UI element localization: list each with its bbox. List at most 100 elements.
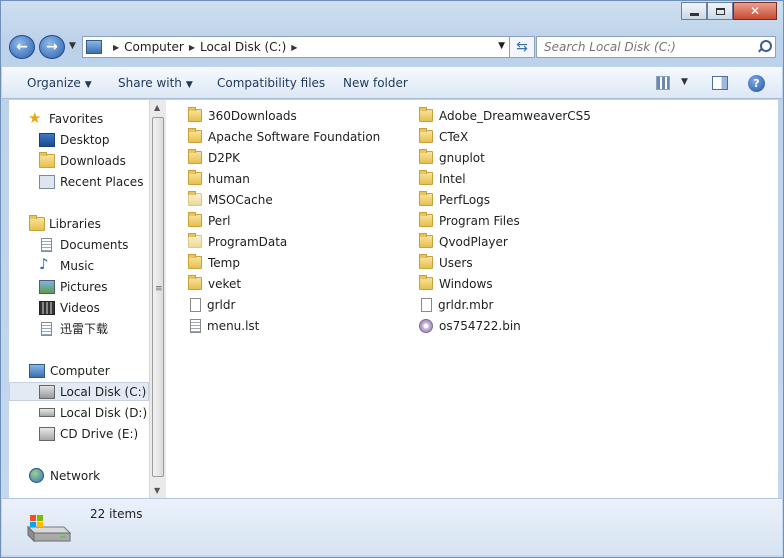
organize-button[interactable]: Organize ▼ bbox=[27, 76, 92, 90]
file-item[interactable]: 360Downloads bbox=[188, 106, 297, 125]
address-dropdown-icon[interactable]: ▼ bbox=[498, 41, 505, 51]
file-item[interactable]: gnuplot bbox=[419, 148, 485, 167]
back-button[interactable]: ← bbox=[9, 35, 35, 59]
sidebar-item-local-disk-d[interactable]: Local Disk (D:) bbox=[9, 403, 149, 422]
file-item[interactable]: Adobe_DreamweaverCS5 bbox=[419, 106, 591, 125]
folder-icon bbox=[419, 191, 433, 206]
search-icon[interactable] bbox=[760, 40, 772, 52]
scrollbar-grip-icon: ≡ bbox=[155, 284, 163, 294]
maximize-button[interactable] bbox=[707, 2, 733, 20]
navigation-pane-scrollbar[interactable]: ▲ ≡ ▼ bbox=[149, 100, 166, 498]
share-with-button[interactable]: Share with ▼ bbox=[118, 76, 193, 90]
close-button[interactable]: ✕ bbox=[733, 2, 777, 20]
address-bar[interactable]: ▶ Computer ▶ Local Disk (C:) ▶ ▼ bbox=[82, 36, 510, 58]
sidebar-item-label: Computer bbox=[50, 363, 110, 378]
sidebar-item-desktop[interactable]: Desktop bbox=[9, 130, 149, 149]
forward-button[interactable]: → bbox=[39, 35, 65, 59]
file-item[interactable]: Perl bbox=[188, 211, 230, 230]
music-icon: ♪ bbox=[39, 255, 49, 273]
computer-icon bbox=[29, 363, 45, 378]
sidebar-item-videos[interactable]: Videos bbox=[9, 298, 149, 317]
file-item[interactable]: human bbox=[188, 169, 250, 188]
file-item[interactable]: Intel bbox=[419, 169, 466, 188]
sidebar-item-recent-places[interactable]: Recent Places bbox=[9, 172, 149, 191]
breadcrumb-separator-icon[interactable]: ▶ bbox=[291, 43, 297, 52]
computer-icon bbox=[86, 40, 102, 54]
sidebar-item-favorites[interactable]: ★ Favorites bbox=[9, 109, 149, 128]
file-item[interactable]: Users bbox=[419, 253, 473, 272]
view-options-dropdown-icon[interactable]: ▼ bbox=[681, 77, 688, 87]
chevron-down-icon: ▼ bbox=[84, 80, 92, 90]
breadcrumb-separator-icon[interactable]: ▶ bbox=[189, 43, 195, 52]
file-name: os754722.bin bbox=[439, 318, 521, 333]
breadcrumb-computer[interactable]: Computer bbox=[124, 40, 184, 54]
file-item[interactable]: D2PK bbox=[188, 148, 240, 167]
scroll-up-icon[interactable]: ▲ bbox=[154, 103, 160, 112]
folder-icon bbox=[419, 149, 433, 164]
file-item[interactable]: Apache Software Foundation bbox=[188, 127, 380, 146]
sidebar-item-computer[interactable]: Computer bbox=[9, 361, 149, 380]
item-count: 22 items bbox=[90, 507, 143, 521]
file-name: grldr.mbr bbox=[438, 297, 494, 312]
preview-pane-icon[interactable] bbox=[712, 76, 728, 90]
sidebar-item-label: Documents bbox=[60, 237, 129, 252]
sidebar-item-pictures[interactable]: Pictures bbox=[9, 277, 149, 296]
new-folder-button[interactable]: New folder bbox=[343, 76, 408, 90]
forward-arrow-icon: → bbox=[46, 39, 58, 55]
sidebar-item-local-disk-c[interactable]: Local Disk (C:) bbox=[9, 382, 149, 401]
file-item[interactable]: menu.lst bbox=[190, 316, 259, 335]
file-icon bbox=[421, 297, 432, 312]
sidebar-item-libraries[interactable]: Libraries bbox=[9, 214, 149, 233]
file-item[interactable]: Temp bbox=[188, 253, 240, 272]
sidebar-item-label: Favorites bbox=[49, 111, 104, 126]
file-name: Temp bbox=[208, 255, 240, 270]
file-name: gnuplot bbox=[439, 150, 485, 165]
file-item[interactable]: PerfLogs bbox=[419, 190, 490, 209]
sidebar-item-label: CD Drive (E:) bbox=[60, 426, 139, 441]
breadcrumb-separator-icon[interactable]: ▶ bbox=[113, 43, 119, 52]
hidden-folder-icon bbox=[188, 233, 202, 248]
sidebar-item-label: Pictures bbox=[60, 279, 108, 294]
star-icon: ★ bbox=[28, 109, 42, 127]
file-item[interactable]: Program Files bbox=[419, 211, 520, 230]
folder-icon bbox=[188, 275, 202, 290]
file-item[interactable]: grldr bbox=[190, 295, 235, 314]
libraries-icon bbox=[29, 214, 45, 231]
sidebar-item-network[interactable]: Network bbox=[9, 466, 149, 485]
videos-icon bbox=[39, 300, 55, 315]
change-view-icon[interactable] bbox=[656, 76, 670, 90]
file-item[interactable]: ProgramData bbox=[188, 232, 287, 251]
disc-image-icon bbox=[419, 318, 433, 333]
file-item[interactable]: Windows bbox=[419, 274, 493, 293]
refresh-icon: ⇆ bbox=[516, 39, 528, 55]
sidebar-item-label: Desktop bbox=[60, 132, 110, 147]
pictures-icon bbox=[39, 279, 55, 294]
network-icon bbox=[29, 468, 44, 483]
file-item[interactable]: CTeX bbox=[419, 127, 468, 146]
file-item[interactable]: QvodPlayer bbox=[419, 232, 508, 251]
sidebar-item-music[interactable]: ♪ Music bbox=[9, 256, 149, 275]
sidebar-item-label: Downloads bbox=[60, 153, 126, 168]
folder-icon bbox=[419, 170, 433, 185]
compatibility-files-button[interactable]: Compatibility files bbox=[217, 76, 325, 90]
search-input[interactable] bbox=[536, 36, 776, 58]
refresh-button[interactable]: ⇆ bbox=[509, 36, 535, 58]
navigation-pane: ★ Favorites Desktop Downloads Recent Pla… bbox=[9, 100, 149, 498]
sidebar-item-cd-drive-e[interactable]: CD Drive (E:) bbox=[9, 424, 149, 443]
scrollbar-thumb[interactable] bbox=[152, 117, 164, 477]
help-icon[interactable]: ? bbox=[748, 75, 765, 92]
file-item[interactable]: os754722.bin bbox=[419, 316, 521, 335]
sidebar-item-xunlei-downloads[interactable]: 迅雷下载 bbox=[9, 319, 149, 338]
file-item[interactable]: MSOCache bbox=[188, 190, 273, 209]
breadcrumb-local-disk-c[interactable]: Local Disk (C:) bbox=[200, 40, 286, 54]
file-icon bbox=[190, 297, 201, 312]
file-item[interactable]: grldr.mbr bbox=[421, 295, 493, 314]
minimize-button[interactable] bbox=[681, 2, 707, 20]
sidebar-item-label: Libraries bbox=[49, 216, 101, 231]
scroll-down-icon[interactable]: ▼ bbox=[154, 486, 160, 495]
desktop-icon bbox=[39, 132, 55, 147]
recent-pages-dropdown[interactable]: ▼ bbox=[69, 41, 76, 51]
sidebar-item-documents[interactable]: Documents bbox=[9, 235, 149, 254]
sidebar-item-downloads[interactable]: Downloads bbox=[9, 151, 149, 170]
file-item[interactable]: veket bbox=[188, 274, 241, 293]
